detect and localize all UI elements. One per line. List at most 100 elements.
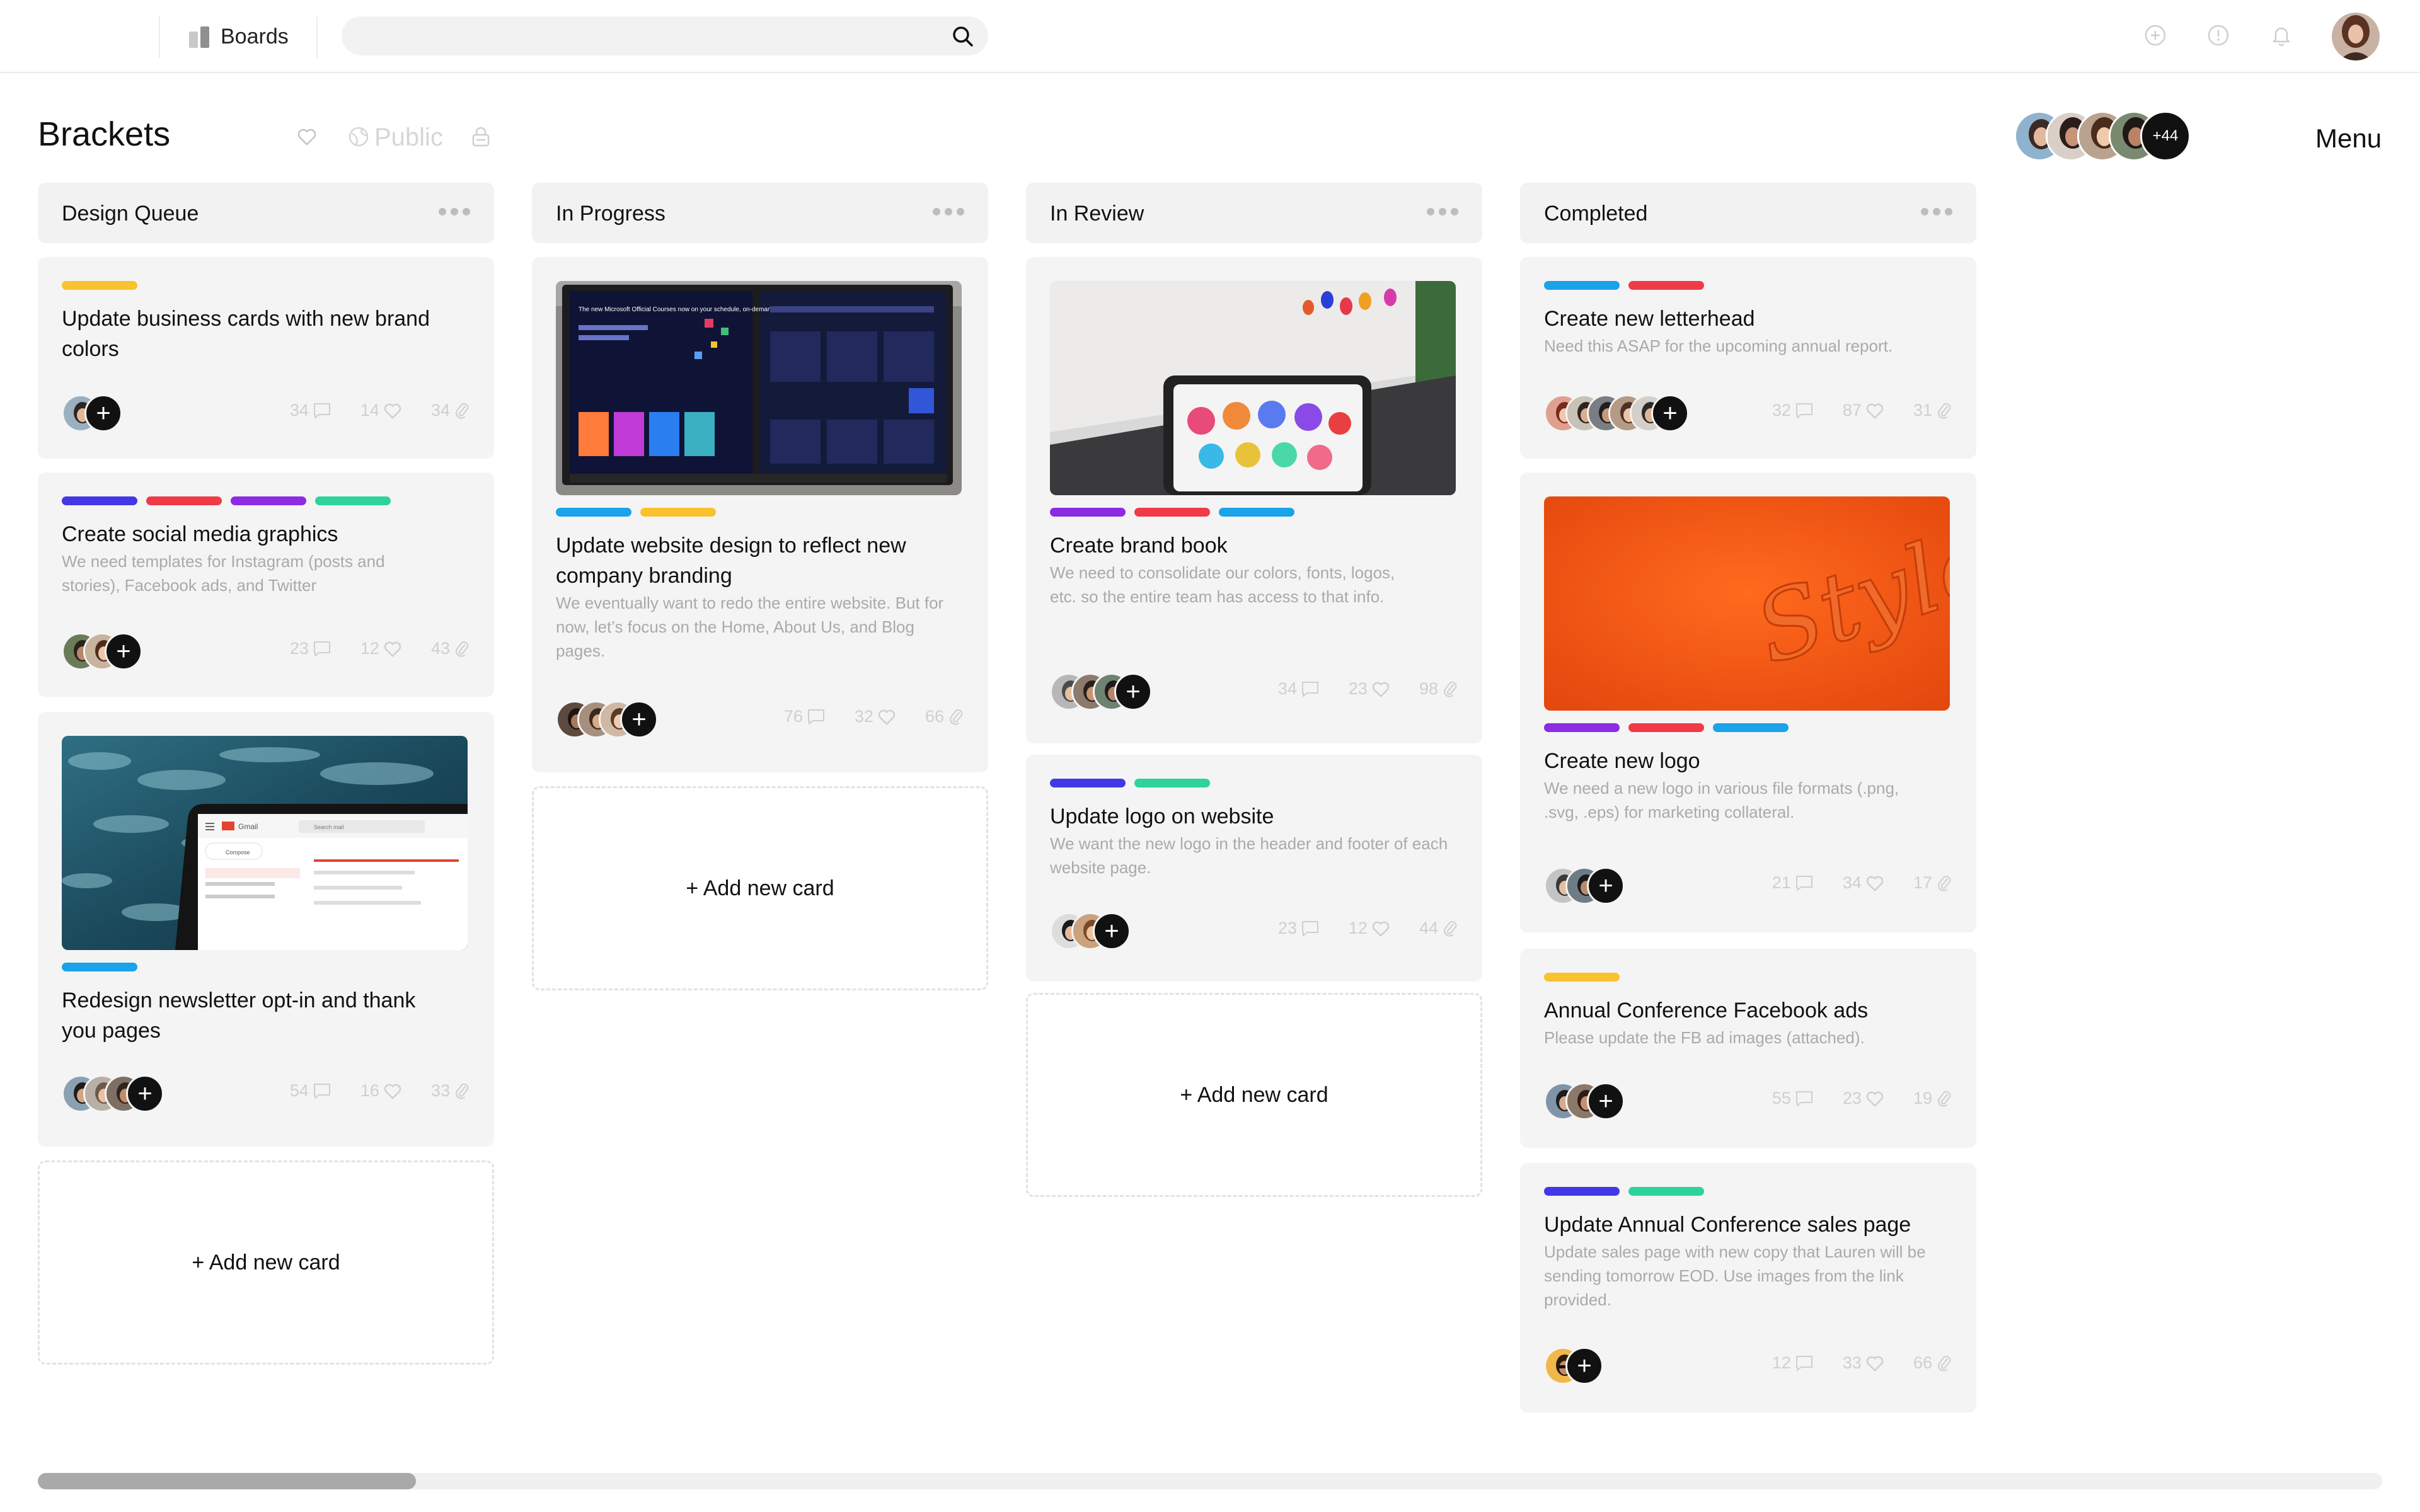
likes-count: 23: [1348, 679, 1368, 698]
card[interactable]: Update business cards with new brand col…: [38, 257, 494, 459]
paperclip-icon[interactable]: [1936, 874, 1952, 893]
card[interactable]: The new Microsoft Official Courses now o…: [532, 257, 988, 772]
column-title: Completed: [1544, 202, 1648, 226]
card-stats: 21 34 17: [1772, 873, 1952, 893]
column-options-icon[interactable]: [933, 208, 964, 215]
add-assignee-button[interactable]: +: [1587, 867, 1625, 905]
card-tags: [1544, 973, 1620, 982]
comment-icon[interactable]: [1795, 1090, 1814, 1108]
paperclip-icon[interactable]: [948, 707, 964, 726]
add-assignee-button[interactable]: +: [620, 701, 658, 738]
bell-icon[interactable]: [2270, 24, 2293, 47]
plus-circle-icon[interactable]: [2144, 24, 2167, 47]
card[interactable]: Create social media graphics We need tem…: [38, 472, 494, 697]
heart-icon[interactable]: [1371, 920, 1390, 937]
likes-count: 12: [360, 639, 379, 658]
user-avatar[interactable]: [2332, 13, 2380, 60]
card-tags: [1544, 1187, 1704, 1196]
likes-count: 14: [360, 401, 379, 420]
card[interactable]: Update Annual Conference sales page Upda…: [1520, 1163, 1976, 1412]
comment-icon[interactable]: [1795, 1354, 1814, 1372]
card-footer: + 54 16 33: [62, 1074, 470, 1114]
horizontal-scrollbar[interactable]: [38, 1473, 2382, 1489]
column-options-icon[interactable]: [1921, 208, 1952, 215]
paperclip-icon[interactable]: [1936, 1354, 1952, 1373]
card[interactable]: Create brand book We need to consolidate…: [1026, 257, 1482, 743]
card-title: Create new letterhead: [1544, 307, 1755, 331]
heart-icon[interactable]: [383, 402, 402, 420]
heart-icon[interactable]: [877, 708, 896, 726]
add-assignee-button[interactable]: +: [1093, 912, 1131, 950]
add-card-button[interactable]: + Add new card: [38, 1160, 494, 1365]
card-title: Annual Conference Facebook ads: [1544, 999, 1869, 1022]
members-more-badge[interactable]: +44: [2140, 111, 2191, 161]
card-footer: + 34 14 34: [62, 393, 470, 433]
card[interactable]: Update logo on website We want the new l…: [1026, 755, 1482, 982]
add-assignee-button[interactable]: +: [1587, 1082, 1625, 1120]
tag-yellow: [640, 508, 716, 517]
card-stats: 12 33 66: [1772, 1353, 1952, 1373]
comment-icon[interactable]: [1795, 402, 1814, 420]
comment-icon[interactable]: [313, 402, 331, 420]
menu-button[interactable]: Menu: [2315, 123, 2382, 154]
search-icon[interactable]: [952, 25, 974, 48]
card[interactable]: Gmail Search mail Compose Redesign newsl…: [38, 712, 494, 1147]
card-tags: [1544, 723, 1789, 732]
tag-red: [1628, 281, 1704, 290]
comment-icon[interactable]: [1301, 680, 1320, 698]
card-tags: [1050, 508, 1294, 517]
paperclip-icon[interactable]: [1442, 919, 1458, 938]
paperclip-icon[interactable]: [454, 401, 470, 420]
add-card-button[interactable]: + Add new card: [1026, 993, 1482, 1197]
page-title: Brackets: [38, 115, 171, 153]
scrollbar-thumb[interactable]: [38, 1473, 416, 1489]
attachments-count: 43: [430, 639, 450, 658]
comment-icon[interactable]: [313, 640, 331, 658]
add-assignee-button[interactable]: +: [84, 394, 122, 432]
add-assignee-button[interactable]: +: [1565, 1347, 1603, 1385]
add-card-button[interactable]: + Add new card: [532, 786, 988, 990]
column-options-icon[interactable]: [439, 208, 470, 215]
heart-icon[interactable]: [1865, 874, 1884, 892]
boards-button[interactable]: Boards: [187, 23, 289, 50]
visibility-button[interactable]: Public: [374, 123, 443, 152]
comment-icon[interactable]: [1795, 874, 1814, 892]
card-footer: + 55 23 19: [1544, 1081, 1952, 1121]
paperclip-icon[interactable]: [1936, 401, 1952, 420]
comment-icon[interactable]: [313, 1082, 331, 1100]
add-assignee-button[interactable]: +: [1114, 673, 1152, 711]
tag-red: [146, 496, 222, 505]
card[interactable]: Create new letterhead Need this ASAP for…: [1520, 257, 1976, 459]
heart-icon[interactable]: [1865, 402, 1884, 420]
likes-count: 32: [854, 707, 873, 726]
heart-icon[interactable]: [383, 1082, 402, 1100]
likes-count: 12: [1348, 919, 1368, 937]
add-assignee-button[interactable]: +: [1651, 394, 1689, 432]
info-icon[interactable]: [2207, 24, 2230, 47]
paperclip-icon[interactable]: [1442, 680, 1458, 699]
comments-count: 55: [1772, 1089, 1791, 1108]
search-input[interactable]: [342, 16, 988, 55]
heart-icon[interactable]: [1371, 680, 1390, 698]
comment-icon[interactable]: [1301, 920, 1320, 937]
card[interactable]: Style Create new logo We need a new logo…: [1520, 472, 1976, 932]
paperclip-icon[interactable]: [1936, 1089, 1952, 1108]
tag-yellow: [62, 281, 137, 290]
heart-icon[interactable]: [383, 640, 402, 658]
card-title: Update business cards with new brand col…: [62, 307, 430, 361]
heart-icon[interactable]: [296, 127, 318, 146]
tag-green: [1134, 779, 1210, 788]
paperclip-icon[interactable]: [454, 639, 470, 658]
card-image-tablet-swatches: [1050, 281, 1456, 495]
card-stats: 76 32 66: [784, 707, 964, 726]
paperclip-icon[interactable]: [454, 1082, 470, 1101]
heart-icon[interactable]: [1865, 1090, 1884, 1108]
add-assignee-button[interactable]: +: [105, 633, 142, 670]
card-description: We need a new logo in various file forma…: [1544, 779, 1899, 822]
add-assignee-button[interactable]: +: [126, 1075, 164, 1113]
column-options-icon[interactable]: [1427, 208, 1458, 215]
card[interactable]: Annual Conference Facebook ads Please up…: [1520, 949, 1976, 1148]
comment-icon[interactable]: [807, 708, 826, 726]
lock-icon[interactable]: [471, 126, 490, 147]
heart-icon[interactable]: [1865, 1354, 1884, 1372]
